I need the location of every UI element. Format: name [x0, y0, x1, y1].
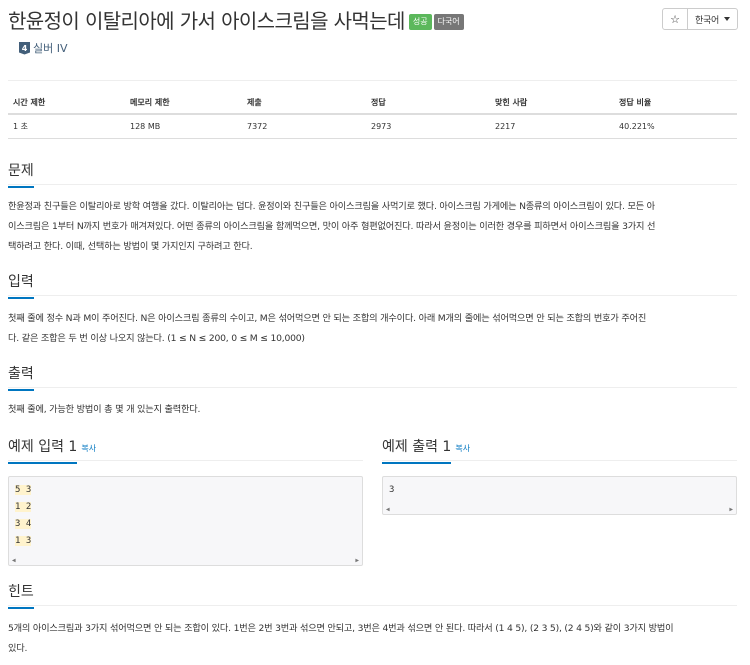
divider	[8, 80, 737, 81]
tier-link[interactable]: 4 실버 IV	[19, 40, 68, 56]
language-label: 한국어	[695, 15, 719, 26]
text-line: 다. 같은 조합은 두 번 이상 나오지 않는다. (1 ≤ N ≤ 200, …	[8, 333, 305, 344]
scroll-left-icon[interactable]: ◀	[386, 506, 390, 513]
table-header: 제출	[242, 92, 366, 115]
hint-description: 5개의 아이스크림과 3가지 섞어먹으면 안 되는 조합이 있다. 1번은 2번…	[8, 619, 740, 659]
text-line: 한윤정과 친구들은 이탈리아로 방학 여행을 갔다. 이탈리아는 덥다. 윤정이…	[8, 201, 655, 212]
horizontal-scrollbar[interactable]: ◀ ▶	[9, 555, 362, 565]
copy-input-button[interactable]: 복사	[81, 444, 96, 453]
status-badge-multilang: 다국어	[433, 13, 464, 30]
code-text: 3 4	[15, 519, 32, 529]
problem-description: 한윤정과 친구들은 이탈리아로 방학 여행을 갔다. 이탈리아는 덥다. 윤정이…	[8, 197, 740, 257]
text-line: 첫째 줄에, 가능한 방법이 총 몇 개 있는지 출력한다.	[8, 404, 201, 415]
table-cell: 1 초	[8, 114, 125, 139]
table-cell: 2973	[366, 114, 490, 139]
text-line: 있다.	[8, 643, 28, 654]
status-badge-success: 성공	[408, 13, 432, 30]
scroll-left-icon[interactable]: ◀	[12, 557, 16, 564]
table-header-row: 시간 제한 메모리 제한 제출 정답 맞힌 사람 정답 비율	[8, 92, 737, 115]
table-cell: 2217	[490, 114, 614, 139]
text-line: 이스크림은 1부터 N까지 번호가 매겨져있다. 어떤 종류의 아이스크림을 함…	[8, 221, 656, 232]
text-line: 5개의 아이스크림과 3가지 섞어먹으면 안 되는 조합이 있다. 1번은 2번…	[8, 623, 674, 634]
output-description: 첫째 줄에, 가능한 방법이 총 몇 개 있는지 출력한다.	[8, 400, 740, 420]
language-dropdown[interactable]: 한국어	[687, 8, 738, 30]
caret-down-icon	[723, 17, 730, 21]
horizontal-scrollbar[interactable]: ◀ ▶	[383, 504, 736, 514]
star-icon: ☆	[670, 12, 680, 26]
code-line: 1 2	[9, 499, 362, 516]
scroll-right-icon[interactable]: ▶	[729, 506, 733, 513]
divider	[8, 605, 737, 606]
example-input-box[interactable]: 5 3 1 2 3 4 1 3 ◀ ▶	[8, 476, 363, 566]
code-line: 1 3	[9, 533, 362, 550]
divider	[382, 460, 737, 461]
table-cell: 7372	[242, 114, 366, 139]
code-text: 1 3	[15, 536, 32, 546]
table-header: 정답	[366, 92, 490, 115]
table-header: 정답 비율	[614, 92, 737, 115]
tier-label: 실버 IV	[33, 42, 68, 55]
text-line: 첫째 줄에 정수 N과 M이 주어진다. N은 아이스크림 종류의 수이고, M…	[8, 313, 647, 324]
input-description: 첫째 줄에 정수 N과 M이 주어진다. N은 아이스크림 종류의 수이고, M…	[8, 309, 740, 349]
code-text: 5 3	[15, 485, 32, 495]
divider	[8, 460, 363, 461]
table-row: 1 초 128 MB 7372 2973 2217 40.221%	[8, 114, 737, 139]
example-output-box[interactable]: 3 ◀ ▶	[382, 476, 737, 515]
divider	[8, 295, 737, 296]
problem-title: 한윤정이 이탈리아에 가서 아이스크림을 사먹는데	[8, 9, 405, 33]
text-line: 택하려고 한다. 이때, 선택하는 방법이 몇 가지인지 구하려고 한다.	[8, 241, 253, 252]
scroll-right-icon[interactable]: ▶	[355, 557, 359, 564]
code-line: 3	[383, 482, 736, 499]
tier-icon: 4	[19, 41, 30, 55]
table-header: 메모리 제한	[125, 92, 242, 115]
problem-title-row: 한윤정이 이탈리아에 가서 아이스크림을 사먹는데 성공 다국어	[8, 5, 464, 34]
code-line: 5 3	[9, 482, 362, 499]
divider	[8, 387, 737, 388]
code-text: 3	[389, 485, 395, 495]
divider	[8, 184, 737, 185]
copy-output-button[interactable]: 복사	[455, 444, 470, 453]
code-line: 3 4	[9, 516, 362, 533]
table-cell: 40.221%	[614, 114, 737, 139]
code-text: 1 2	[15, 502, 32, 512]
table-header: 맞힌 사람	[490, 92, 614, 115]
favorite-button[interactable]: ☆	[662, 8, 688, 30]
table-header: 시간 제한	[8, 92, 125, 115]
table-cell: 128 MB	[125, 114, 242, 139]
problem-info-table: 시간 제한 메모리 제한 제출 정답 맞힌 사람 정답 비율 1 초 128 M…	[8, 92, 737, 139]
